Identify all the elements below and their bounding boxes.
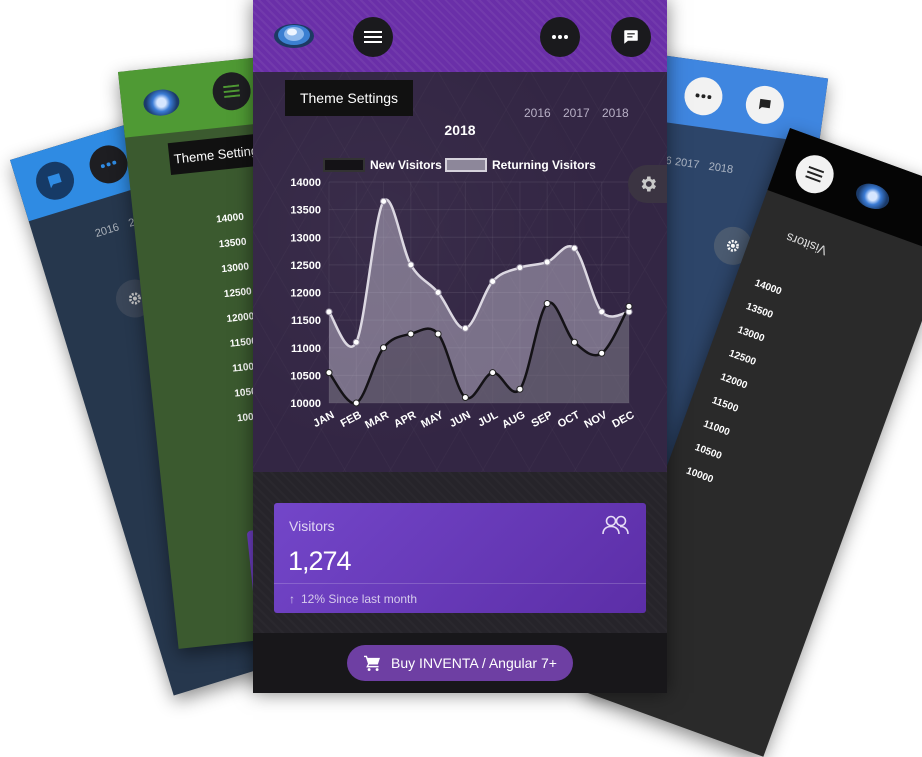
stat-value: 1,274 bbox=[288, 546, 352, 576]
chart-title: 2018 bbox=[444, 122, 475, 138]
data-point-returning-visitors bbox=[352, 338, 360, 346]
x-tick-label: NOV bbox=[582, 409, 609, 431]
data-point-returning-visitors bbox=[407, 261, 415, 269]
y-tick-label: 12000 bbox=[290, 288, 321, 300]
card-title: Visitors bbox=[783, 229, 829, 259]
svg-text:13500: 13500 bbox=[218, 236, 247, 250]
theme-settings-tooltip: Theme Settings bbox=[285, 80, 413, 116]
svg-text:14000: 14000 bbox=[216, 212, 245, 226]
stat-change: ↑ 12% Since last month bbox=[289, 592, 417, 606]
users-icon bbox=[601, 515, 631, 540]
svg-text:12500: 12500 bbox=[223, 286, 252, 300]
data-point-new-visitors bbox=[489, 369, 497, 377]
x-tick-label: AUG bbox=[500, 409, 527, 431]
y-tick-label: 11000 bbox=[291, 343, 321, 355]
y-tick-label: 11500 bbox=[291, 315, 321, 327]
year-tab: 2016 bbox=[93, 221, 121, 241]
gear-icon bbox=[641, 176, 656, 192]
data-point-new-visitors bbox=[570, 338, 578, 346]
svg-text:11500: 11500 bbox=[710, 395, 740, 415]
data-point-new-visitors bbox=[407, 330, 415, 338]
svg-text:13000: 13000 bbox=[736, 325, 766, 345]
buy-button[interactable]: Buy INVENTA / Angular 7+ bbox=[347, 645, 573, 681]
data-point-new-visitors bbox=[461, 393, 469, 401]
x-tick-label: MAY bbox=[419, 409, 446, 431]
line-chart: 10000 10500 11000 11500 12000 12500 13000 13500… bbox=[290, 122, 636, 431]
year-tab: 2018 bbox=[707, 160, 734, 177]
data-point-returning-visitors bbox=[570, 244, 578, 252]
data-point-new-visitors bbox=[598, 349, 606, 357]
theme-settings-button[interactable] bbox=[628, 165, 667, 203]
x-tick-label: DEC bbox=[610, 409, 636, 431]
x-tick-label: JUN bbox=[448, 409, 473, 430]
y-tick-label: 10500 bbox=[290, 370, 321, 382]
stat-change-label: 12% Since last month bbox=[301, 592, 418, 606]
data-point-new-visitors bbox=[380, 344, 388, 352]
x-tick-label: APR bbox=[392, 409, 418, 431]
data-point-new-visitors bbox=[434, 330, 442, 338]
svg-text:12000: 12000 bbox=[719, 372, 749, 392]
data-point-returning-visitors bbox=[461, 324, 469, 332]
cart-icon bbox=[364, 655, 381, 671]
legend-label-new-visitors: New Visitors bbox=[370, 158, 442, 172]
y-tick-label: 13000 bbox=[290, 232, 321, 244]
x-tick-label: OCT bbox=[556, 409, 582, 431]
data-point-returning-visitors bbox=[434, 289, 442, 296]
arrow-up-icon: ↑ bbox=[289, 592, 295, 606]
data-point-returning-visitors bbox=[516, 264, 524, 272]
x-tick-label: FEB bbox=[339, 409, 364, 430]
data-point-returning-visitors bbox=[380, 197, 388, 205]
data-point-returning-visitors bbox=[543, 258, 551, 266]
y-tick-label: 12500 bbox=[290, 260, 321, 272]
data-point-new-visitors bbox=[543, 300, 551, 308]
svg-text:10000: 10000 bbox=[685, 466, 715, 486]
x-tick-label: SEP bbox=[530, 409, 555, 430]
data-point-new-visitors bbox=[625, 302, 633, 310]
data-point-new-visitors bbox=[325, 369, 333, 377]
svg-text:13500: 13500 bbox=[744, 301, 774, 321]
svg-text:13000: 13000 bbox=[221, 261, 250, 275]
data-point-returning-visitors bbox=[489, 277, 497, 285]
y-tick-label: 13500 bbox=[290, 205, 321, 217]
legend-label-returning-visitors: Returning Visitors bbox=[492, 158, 596, 172]
svg-text:14000: 14000 bbox=[753, 278, 783, 298]
x-tick-label: MAR bbox=[363, 409, 391, 431]
stat-title: Visitors bbox=[289, 518, 335, 534]
main-phone: 2016 2017 2018 10000 10500 11000 11500 12000… bbox=[253, 0, 667, 693]
year-tab: 2017 bbox=[674, 156, 701, 172]
svg-text:11000: 11000 bbox=[702, 419, 732, 439]
data-point-returning-visitors bbox=[598, 308, 606, 316]
x-tick-label: JAN bbox=[311, 409, 336, 430]
svg-text:12500: 12500 bbox=[727, 348, 757, 368]
legend-swatch-returning-visitors bbox=[445, 158, 487, 172]
svg-text:10500: 10500 bbox=[693, 442, 723, 462]
buy-button-label: Buy INVENTA / Angular 7+ bbox=[391, 655, 557, 671]
x-tick-label: JUL bbox=[476, 409, 500, 429]
data-point-new-visitors bbox=[516, 385, 524, 393]
data-point-returning-visitors bbox=[325, 308, 333, 316]
data-point-new-visitors bbox=[352, 399, 360, 407]
divider bbox=[274, 583, 646, 584]
y-tick-label: 10000 bbox=[290, 398, 321, 410]
y-tick-label: 14000 bbox=[290, 177, 321, 189]
legend-swatch-new-visitors bbox=[323, 158, 365, 172]
visitors-stat-card: Visitors 1,274 ↑ 12% Since last month bbox=[274, 503, 646, 613]
svg-text:12000: 12000 bbox=[226, 311, 255, 325]
